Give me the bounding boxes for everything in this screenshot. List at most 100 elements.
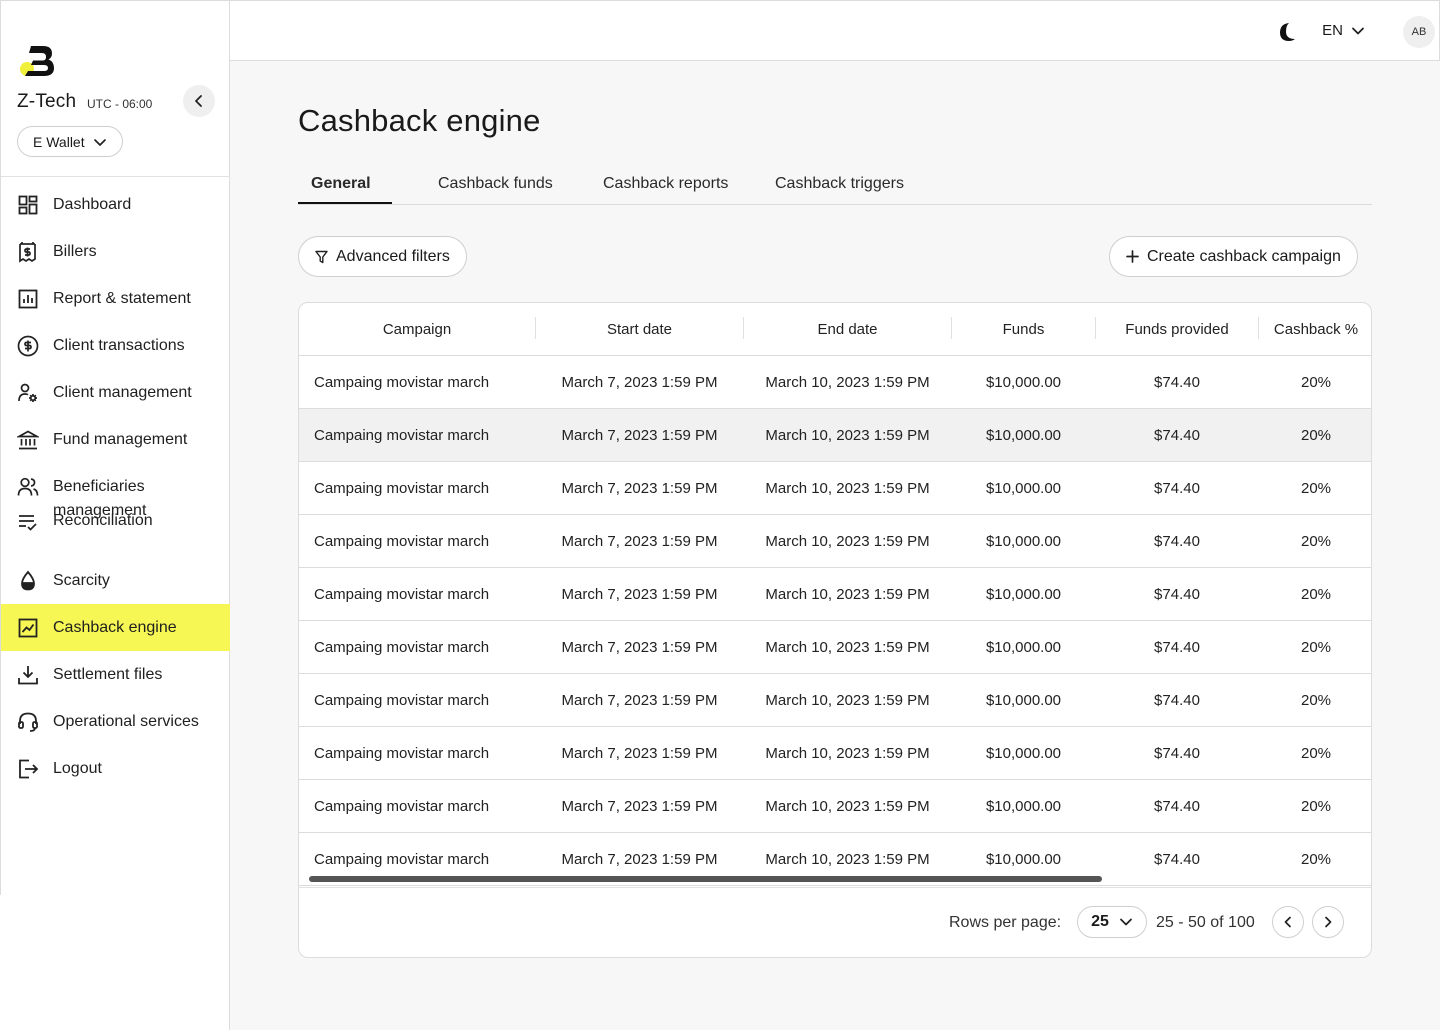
cell-funds: $10,000.00 [985, 745, 1062, 762]
checklist-icon [17, 511, 39, 533]
create-cashback-campaign-button[interactable]: Create cashback campaign [1109, 236, 1358, 277]
dashboard-icon [17, 194, 39, 216]
nav-item-operational-services[interactable]: Operational services [1, 698, 230, 745]
nav-item-beneficiaries-management[interactable]: Beneficiaries management [1, 463, 230, 519]
column-header-funds[interactable]: Funds [952, 321, 1095, 338]
table-row[interactable]: Campaing movistar march March 7, 2023 1:5… [299, 515, 1371, 568]
cell-end-date: March 10, 2023 1:59 PM [765, 374, 930, 391]
next-page-button[interactable] [1312, 906, 1344, 938]
wallet-select[interactable]: E Wallet [17, 126, 123, 157]
nav-item-settlement-files[interactable]: Settlement files [1, 651, 230, 698]
table-row[interactable]: Campaing movistar march March 7, 2023 1:5… [299, 568, 1371, 621]
nav-item-billers[interactable]: Billers [1, 228, 230, 275]
cell-funds: $10,000.00 [985, 798, 1062, 815]
table-row[interactable]: Campaing movistar march March 7, 2023 1:5… [299, 727, 1371, 780]
page-title: Cashback engine [298, 103, 541, 138]
nav-item-label: Billers [53, 243, 97, 260]
collapse-sidebar-button[interactable] [183, 85, 215, 117]
cell-campaign: Campaing movistar march [314, 851, 490, 868]
nav-item-label: Settlement files [53, 666, 163, 683]
column-header-cashback-percent[interactable]: Cashback % [1259, 321, 1371, 338]
tab-cashback-funds[interactable]: Cashback funds [438, 175, 553, 193]
cell-campaign: Campaing movistar march [314, 586, 490, 603]
column-header-start-date[interactable]: Start date [536, 321, 743, 338]
cell-funds: $10,000.00 [985, 533, 1062, 550]
nav-item-label: Fund management [53, 431, 188, 448]
filter-icon [315, 250, 328, 263]
cell-campaign: Campaing movistar march [314, 745, 490, 762]
report-icon [17, 288, 39, 310]
nav-item-fund-management[interactable]: Fund management [1, 416, 230, 463]
cell-funds-provided: $74.40 [1154, 692, 1200, 709]
cell-funds: $10,000.00 [985, 480, 1062, 497]
language-value: EN [1322, 22, 1343, 39]
cell-campaign: Campaing movistar march [314, 798, 490, 815]
wallet-select-value: E Wallet [33, 133, 85, 150]
org-name: Z-Tech [17, 91, 77, 112]
cell-funds-provided: $74.40 [1154, 586, 1200, 603]
nav-item-dashboard[interactable]: Dashboard [1, 181, 230, 228]
cell-funds: $10,000.00 [985, 851, 1062, 868]
table-row[interactable]: Campaing movistar march March 7, 2023 1:5… [299, 462, 1371, 515]
advanced-filters-label: Advanced filters [336, 247, 450, 265]
cell-end-date: March 10, 2023 1:59 PM [765, 692, 930, 709]
chevron-left-icon [195, 95, 202, 107]
cell-cashback-percent: 20% [1300, 427, 1332, 444]
advanced-filters-button[interactable]: Advanced filters [298, 236, 467, 277]
cell-funds-provided: $74.40 [1154, 639, 1200, 656]
table-header: Campaign Start date End date Funds Funds… [299, 303, 1371, 356]
dark-mode-toggle-icon[interactable] [1275, 21, 1297, 43]
cell-funds-provided: $74.40 [1154, 427, 1200, 444]
cell-campaign: Campaing movistar march [314, 374, 490, 391]
avatar[interactable]: AB [1403, 16, 1435, 48]
cell-campaign: Campaing movistar march [314, 427, 490, 444]
brand-logo [20, 46, 54, 76]
chevron-down-icon [93, 138, 106, 146]
table-row[interactable]: Campaing movistar march March 7, 2023 1:5… [299, 356, 1371, 409]
cell-cashback-percent: 20% [1300, 692, 1332, 709]
nav-item-cashback-engine[interactable]: Cashback engine [1, 604, 230, 651]
cell-start-date: March 7, 2023 1:59 PM [561, 374, 718, 391]
cell-funds-provided: $74.40 [1154, 374, 1200, 391]
top-bar: EN AB [230, 0, 1440, 61]
create-cashback-campaign-label: Create cashback campaign [1147, 247, 1341, 265]
rows-per-page-select[interactable]: 25 [1077, 906, 1147, 938]
cell-end-date: March 10, 2023 1:59 PM [765, 851, 930, 868]
table-row[interactable]: Campaing movistar march March 7, 2023 1:5… [299, 674, 1371, 727]
nav-item-report-statement[interactable]: Report & statement [1, 275, 230, 322]
cell-end-date: March 10, 2023 1:59 PM [765, 533, 930, 550]
tab-cashback-reports[interactable]: Cashback reports [603, 175, 728, 193]
previous-page-button[interactable] [1272, 906, 1304, 938]
nav-item-label: Operational services [53, 713, 199, 730]
tab-general[interactable]: General [311, 175, 371, 193]
cell-start-date: March 7, 2023 1:59 PM [561, 851, 718, 868]
sidebar-bottom [0, 895, 230, 1030]
cell-campaign: Campaing movistar march [314, 480, 490, 497]
cell-end-date: March 10, 2023 1:59 PM [765, 427, 930, 444]
nav-item-logout[interactable]: Logout [1, 745, 230, 792]
rows-per-page-label: Rows per page: [949, 914, 1062, 931]
nav-item-label: Logout [53, 760, 102, 777]
cell-start-date: March 7, 2023 1:59 PM [561, 745, 718, 762]
table-footer-divider [299, 887, 1371, 888]
cell-funds-provided: $74.40 [1154, 533, 1200, 550]
column-header-campaign[interactable]: Campaign [299, 321, 535, 338]
plus-icon [1126, 250, 1139, 263]
nav-item-label: Scarcity [53, 572, 110, 589]
column-header-end-date[interactable]: End date [744, 321, 951, 338]
cell-start-date: March 7, 2023 1:59 PM [561, 480, 718, 497]
nav-item-client-management[interactable]: Client management [1, 369, 230, 416]
nav-item-client-transactions[interactable]: Client transactions [1, 322, 230, 369]
table-row[interactable]: Campaing movistar march March 7, 2023 1:5… [299, 621, 1371, 674]
column-header-funds-provided[interactable]: Funds provided [1096, 321, 1258, 338]
cell-campaign: Campaing movistar march [314, 639, 490, 656]
horizontal-scrollbar[interactable] [309, 876, 1102, 882]
table-row[interactable]: Campaing movistar march March 7, 2023 1:5… [299, 409, 1371, 462]
nav-item-scarcity[interactable]: Scarcity [1, 557, 230, 604]
user-gear-icon [17, 382, 39, 404]
cell-start-date: March 7, 2023 1:59 PM [561, 798, 718, 815]
table-row[interactable]: Campaing movistar march March 7, 2023 1:5… [299, 780, 1371, 833]
nav-item-reconciliation[interactable]: Reconciliation [1, 510, 230, 557]
tab-cashback-triggers[interactable]: Cashback triggers [775, 175, 904, 193]
language-select[interactable]: EN [1322, 22, 1365, 39]
